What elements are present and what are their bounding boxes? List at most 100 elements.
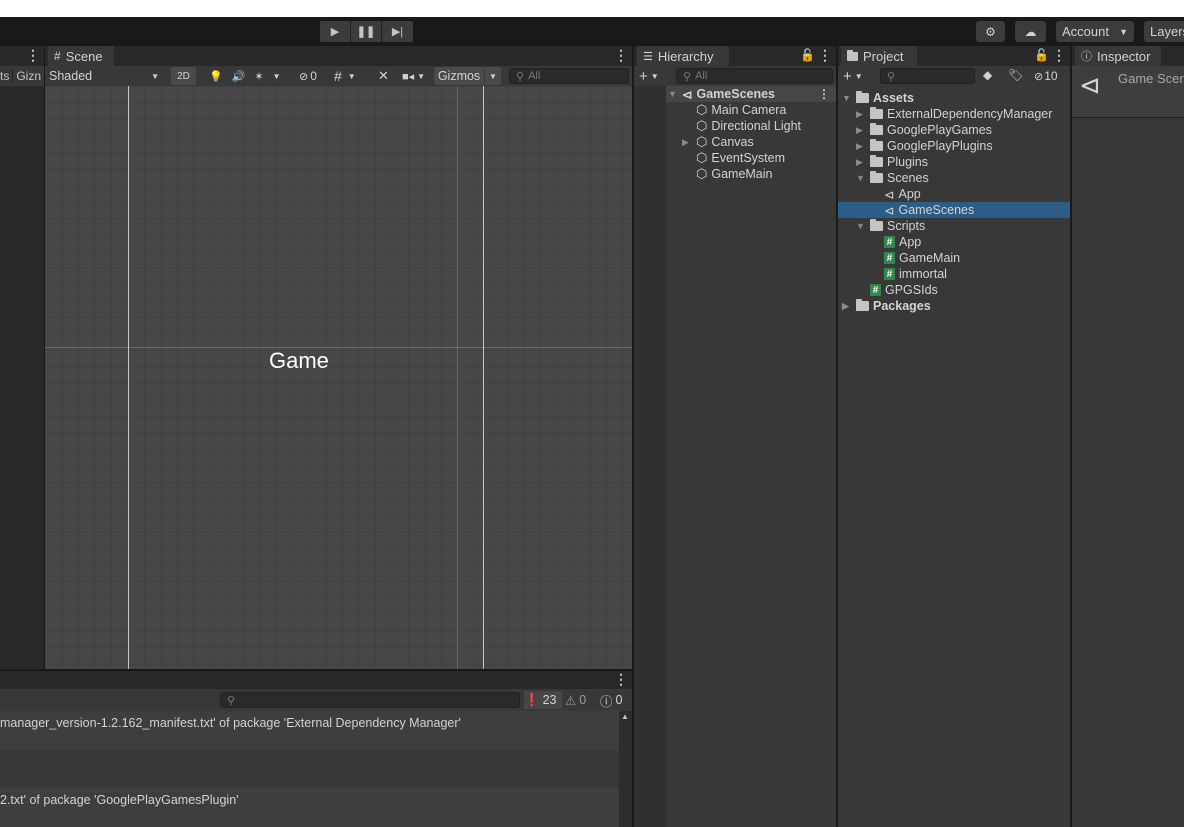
console-log-row[interactable] bbox=[0, 750, 619, 788]
chevron-down-icon[interactable]: ▼ bbox=[273, 72, 281, 81]
filter-by-label-icon[interactable]: 🏷 bbox=[1008, 68, 1023, 82]
play-button[interactable]: ▶ bbox=[320, 21, 351, 42]
console-tab-menu-icon[interactable]: ⋮ bbox=[614, 671, 628, 688]
project-folder-item[interactable]: ▶ GooglePlayPlugins bbox=[856, 138, 993, 154]
hierarchy-tab-menu-icon[interactable]: ⋮ bbox=[818, 47, 832, 64]
project-folder-item[interactable]: ▼ Scenes bbox=[856, 170, 929, 186]
gameobject-cube-icon: ⬡ bbox=[696, 134, 708, 149]
lock-icon[interactable]: 🔓 bbox=[1034, 48, 1049, 62]
console-search-input[interactable]: ⚲ bbox=[220, 692, 520, 708]
tab-inspector[interactable]: ⓘ Inspector bbox=[1075, 46, 1161, 66]
project-search-input[interactable]: ⚲ bbox=[880, 68, 975, 84]
csharp-script-icon: # bbox=[884, 236, 895, 248]
folder-icon bbox=[870, 155, 883, 167]
settings-button[interactable]: ⚙ bbox=[976, 21, 1005, 42]
chevron-down-icon[interactable]: ▼ bbox=[856, 221, 866, 231]
scene-tab-menu-icon[interactable]: ⋮ bbox=[614, 47, 628, 64]
project-folder-packages[interactable]: ▶ Packages bbox=[842, 298, 931, 314]
console-log-text: manager_version-1.2.162_manifest.txt' of… bbox=[0, 716, 461, 730]
console-log-row[interactable]: manager_version-1.2.162_manifest.txt' of… bbox=[0, 711, 619, 750]
hierarchy-item[interactable]: ⬡ EventSystem bbox=[682, 150, 785, 166]
project-folder-item[interactable]: ▼ Scripts bbox=[856, 218, 925, 234]
scene-visibility-toggle[interactable]: ⊘ 0 bbox=[299, 67, 329, 85]
chevron-right-icon[interactable]: ▶ bbox=[856, 109, 866, 120]
project-item-label: ExternalDependencyManager bbox=[887, 107, 1053, 121]
left-toolbar: ts Gizn bbox=[0, 66, 44, 86]
layers-dropdown[interactable]: Layers bbox=[1144, 21, 1184, 42]
tools-icon[interactable]: ✕ bbox=[378, 68, 389, 84]
project-item-label: GooglePlayPlugins bbox=[887, 139, 993, 153]
project-scene-item[interactable]: ⊲ App bbox=[884, 186, 921, 202]
tab-hierarchy[interactable]: ☰ Hierarchy bbox=[637, 46, 729, 66]
project-item-label: GooglePlayGames bbox=[887, 123, 992, 137]
chevron-right-icon[interactable]: ▶ bbox=[842, 301, 852, 312]
grid-snap-toggle[interactable]: # ▼ bbox=[334, 67, 372, 85]
warning-icon: ⚠ bbox=[565, 693, 577, 708]
lighting-toggle-icon[interactable]: 💡 bbox=[209, 70, 223, 83]
chevron-right-icon[interactable]: ▶ bbox=[856, 125, 866, 136]
effects-toggle-icon[interactable]: ✶ bbox=[254, 70, 263, 83]
gizmos-button[interactable]: Gizmos bbox=[434, 67, 484, 85]
project-script-item[interactable]: # App bbox=[884, 234, 921, 250]
project-script-item[interactable]: # immortal bbox=[884, 266, 947, 282]
shading-mode-dropdown[interactable]: Shaded ▼ bbox=[47, 67, 163, 85]
eye-slash-icon: ⊘ bbox=[299, 70, 309, 83]
hierarchy-item[interactable]: ▶ ⬡ Canvas bbox=[682, 134, 754, 150]
project-folder-assets[interactable]: ▼ Assets bbox=[842, 90, 914, 106]
scene-search-input[interactable]: ⚲ All bbox=[509, 68, 629, 84]
project-folder-item[interactable]: ▶ Plugins bbox=[856, 154, 928, 170]
console-warning-toggle[interactable]: ⚠ 0 bbox=[565, 691, 595, 709]
chevron-right-icon[interactable]: ▶ bbox=[682, 137, 692, 148]
project-script-item[interactable]: # GPGSIds bbox=[870, 282, 938, 298]
chevron-down-icon[interactable]: ▼ bbox=[856, 173, 866, 183]
hierarchy-scene-root[interactable]: ▼ ⊲ GameScenes ⋮ bbox=[666, 86, 836, 102]
project-folder-item[interactable]: ▶ ExternalDependencyManager bbox=[856, 106, 1052, 122]
chevron-down-icon: ▼ bbox=[347, 71, 356, 81]
project-hidden-toggle[interactable]: ⊘ 10 bbox=[1034, 67, 1068, 85]
scene-menu-icon[interactable]: ⋮ bbox=[818, 87, 836, 101]
console-info-toggle[interactable]: ⓘ 0 bbox=[600, 691, 630, 709]
left-toolbar-partial-2[interactable]: Gizn bbox=[12, 69, 41, 83]
chevron-right-icon[interactable]: ▶ bbox=[856, 157, 866, 168]
console-error-toggle[interactable]: ❗ 23 bbox=[524, 691, 562, 709]
chevron-right-icon[interactable]: ▶ bbox=[856, 141, 866, 152]
hierarchy-item[interactable]: ⬡ Directional Light bbox=[682, 118, 801, 134]
tab-project[interactable]: Project bbox=[841, 46, 917, 66]
project-folder-item[interactable]: ▶ GooglePlayGames bbox=[856, 122, 992, 138]
console-log-row[interactable]: 2.txt' of package 'GooglePlayGamesPlugin… bbox=[0, 788, 619, 827]
left-tab-menu-icon[interactable]: ⋮ bbox=[26, 47, 40, 64]
play-icon: ▶ bbox=[330, 26, 340, 38]
hierarchy-item[interactable]: ⬡ GameMain bbox=[682, 166, 773, 182]
camera-settings-dropdown[interactable]: ■◂ ▼ bbox=[402, 67, 432, 85]
left-toolbar-partial-1[interactable]: ts bbox=[0, 69, 9, 83]
hierarchy-search-input[interactable]: ⚲ All bbox=[676, 68, 833, 84]
console-scrollbar[interactable]: ▲ bbox=[619, 711, 632, 827]
step-button[interactable]: ▶| bbox=[382, 21, 413, 42]
project-scene-item-selected[interactable]: ⊲ GameScenes bbox=[838, 202, 1070, 218]
chevron-down-icon: ▼ bbox=[650, 71, 659, 81]
project-item-label: GameScenes bbox=[898, 203, 975, 217]
project-script-item[interactable]: # GameMain bbox=[884, 250, 960, 266]
pause-button[interactable]: ❚❚ bbox=[351, 21, 382, 42]
plus-icon: + bbox=[843, 67, 852, 85]
tab-scene[interactable]: # Scene bbox=[48, 46, 114, 66]
hierarchy-tab-strip: ☰ Hierarchy 🔓 ⋮ bbox=[634, 46, 836, 66]
project-item-label: App bbox=[899, 235, 922, 249]
audio-toggle-icon[interactable]: 🔊 bbox=[232, 70, 246, 83]
gizmos-dropdown[interactable]: ▼ bbox=[485, 67, 501, 85]
project-item-label: Scripts bbox=[887, 219, 926, 233]
scene-viewport[interactable]: Game bbox=[45, 86, 632, 669]
scroll-up-icon[interactable]: ▲ bbox=[621, 712, 629, 721]
cloud-button[interactable]: ☁ bbox=[1015, 21, 1046, 42]
project-tab-menu-icon[interactable]: ⋮ bbox=[1052, 47, 1066, 64]
hierarchy-item[interactable]: ⬡ Main Camera bbox=[682, 102, 786, 118]
panel-divider[interactable] bbox=[836, 46, 838, 827]
account-dropdown[interactable]: Account ▼ bbox=[1056, 21, 1134, 42]
lock-icon[interactable]: 🔓 bbox=[800, 48, 815, 62]
chevron-down-icon: ▼ bbox=[842, 93, 851, 103]
project-create-button[interactable]: + ▼ bbox=[843, 67, 871, 85]
toggle-2d-button[interactable]: 2D bbox=[171, 67, 196, 85]
hierarchy-item-label: GameMain bbox=[711, 167, 773, 181]
filter-by-type-icon[interactable]: ◆ bbox=[983, 68, 992, 82]
hierarchy-create-button[interactable]: + ▼ bbox=[639, 67, 667, 85]
